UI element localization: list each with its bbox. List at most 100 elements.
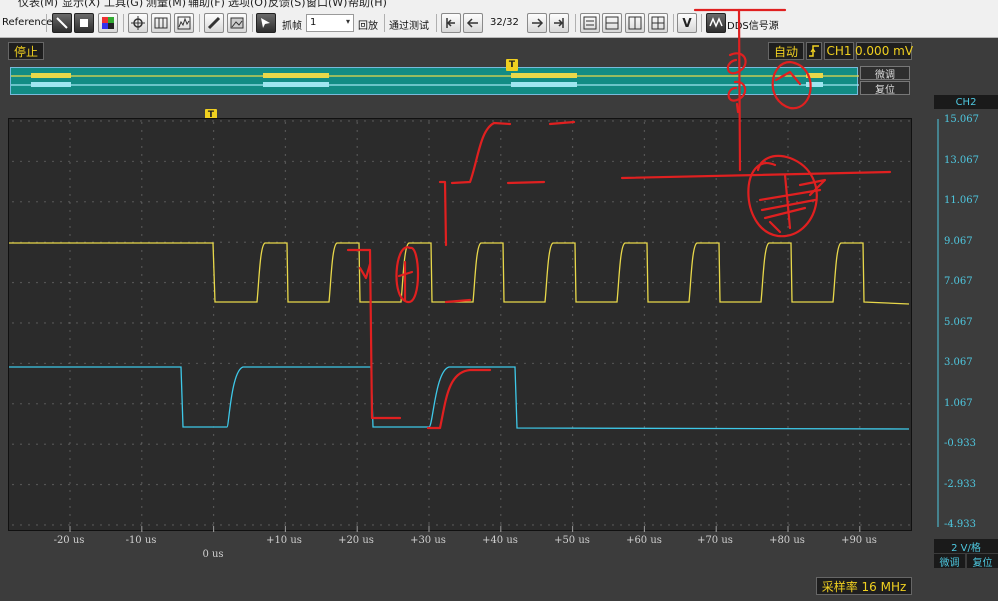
grid-dot: [212, 314, 215, 316]
grid-dot: [828, 120, 830, 122]
grid-dot: [204, 201, 206, 203]
grid-dot: [380, 160, 382, 163]
color-palette-button[interactable]: [98, 13, 118, 33]
next-frame-button[interactable]: [527, 13, 547, 33]
grid-dot: [196, 160, 198, 163]
trigger-edge-icon[interactable]: [806, 42, 822, 60]
volts-per-div[interactable]: 2 V/格: [934, 539, 998, 554]
acquisition-state[interactable]: 停止: [8, 42, 44, 60]
layout-vertical-button[interactable]: [625, 13, 645, 33]
grid-dot: [540, 160, 542, 163]
reference-label[interactable]: Reference: [2, 17, 52, 28]
menu-window[interactable]: 窗口(W): [306, 0, 347, 8]
grid-dot: [316, 362, 318, 365]
menu-options[interactable]: 选项(O): [228, 0, 267, 8]
grid-dot: [787, 442, 789, 444]
grid-dot: [28, 322, 30, 324]
menu-assist[interactable]: 辅助(F): [188, 0, 225, 8]
layout-grid-icon: [651, 16, 665, 30]
grid-dot: [644, 443, 646, 445]
grid-dot: [92, 281, 94, 284]
grid-dot: [428, 274, 430, 276]
playback-button[interactable]: 回放: [358, 17, 378, 32]
grid-dot: [141, 418, 143, 420]
fft-button[interactable]: [174, 13, 194, 33]
scale-channel-label[interactable]: CH2: [934, 95, 998, 109]
grid-dot: [196, 443, 198, 445]
grid-dot: [420, 524, 422, 526]
grid-dot: [852, 483, 854, 486]
grid-dot: [532, 201, 534, 203]
grid-dot: [516, 362, 518, 365]
grid-dot: [180, 120, 182, 122]
dds-generator-button[interactable]: DDS信号源: [727, 17, 779, 32]
pointer-button[interactable]: [256, 13, 276, 33]
grid-dot: [772, 120, 774, 122]
trigger-level[interactable]: 0.000 mV: [855, 42, 913, 60]
overview-fine-adjust-button[interactable]: 微调: [860, 66, 910, 81]
trigger-mode[interactable]: 自动: [768, 42, 804, 60]
grid-dot: [715, 306, 717, 308]
grid-dot: [643, 274, 646, 276]
scale-reset-button[interactable]: 复位: [967, 554, 998, 569]
waveform-overview[interactable]: [10, 67, 859, 95]
grid-dot: [724, 281, 726, 284]
layout-grid-button[interactable]: [648, 13, 668, 33]
auto-set-button[interactable]: [128, 13, 148, 33]
grid-dot: [388, 403, 390, 405]
pass-test-button[interactable]: 通过测试: [389, 17, 429, 32]
menu-instrument[interactable]: 仪表(M): [18, 0, 58, 8]
grid-dot: [356, 146, 358, 148]
overview-reset-button[interactable]: 复位: [860, 81, 910, 96]
grid-dot: [220, 120, 222, 122]
grid-dot: [84, 322, 86, 324]
previous-frame-button[interactable]: [463, 13, 483, 33]
waveform-display[interactable]: [8, 118, 912, 532]
grid-dot: [69, 498, 71, 500]
layout-single-button[interactable]: [580, 13, 600, 33]
grid-dot: [612, 362, 614, 365]
stop-button[interactable]: [74, 13, 94, 33]
trigger-channel[interactable]: CH1: [824, 42, 854, 60]
grid-dot: [428, 160, 430, 163]
capture-frame-select[interactable]: 1 ▾: [306, 14, 354, 32]
grid-dot: [132, 201, 134, 203]
grid-dot: [500, 522, 502, 524]
grid-dot: [571, 466, 574, 468]
menu-feedback[interactable]: 反馈(S): [268, 0, 306, 8]
split-view-button[interactable]: [151, 13, 171, 33]
scale-fine-adjust-button[interactable]: 微调: [934, 554, 965, 569]
grid-dot: [356, 306, 358, 308]
overview-trigger-marker[interactable]: T: [506, 59, 518, 71]
dds-icon-button[interactable]: [706, 13, 726, 33]
probe-button[interactable]: [204, 13, 224, 33]
last-frame-button[interactable]: [549, 13, 569, 33]
menu-help[interactable]: 帮助(H): [348, 0, 387, 8]
grid-dot: [484, 524, 486, 526]
grid-dot: [787, 274, 789, 276]
grid-dot: [212, 234, 215, 236]
menu-display[interactable]: 显示(X): [62, 0, 100, 8]
grid-dot: [715, 474, 717, 476]
voltmeter-button[interactable]: V: [677, 13, 697, 33]
toolbar-separator: [436, 14, 437, 32]
grid-dot: [604, 201, 606, 203]
grid-dot: [140, 524, 142, 526]
grid-dot: [844, 322, 846, 324]
grid-dot: [52, 443, 54, 445]
cursor-line-button[interactable]: [52, 13, 72, 33]
grid-dot: [859, 498, 861, 500]
grid-dot: [300, 443, 302, 445]
grid-dot: [812, 201, 814, 203]
first-frame-button[interactable]: [441, 13, 461, 33]
grid-dot: [500, 426, 502, 428]
grid-dot: [908, 322, 910, 324]
grid-dot: [388, 443, 390, 445]
grid-dot: [571, 130, 574, 132]
grid-dot: [260, 160, 262, 163]
menu-measure[interactable]: 测量(M): [146, 0, 186, 8]
screenshot-button[interactable]: [227, 13, 247, 33]
layout-horizontal-button[interactable]: [602, 13, 622, 33]
menu-tools[interactable]: 工具(G): [104, 0, 143, 8]
grid-dot: [396, 362, 398, 365]
